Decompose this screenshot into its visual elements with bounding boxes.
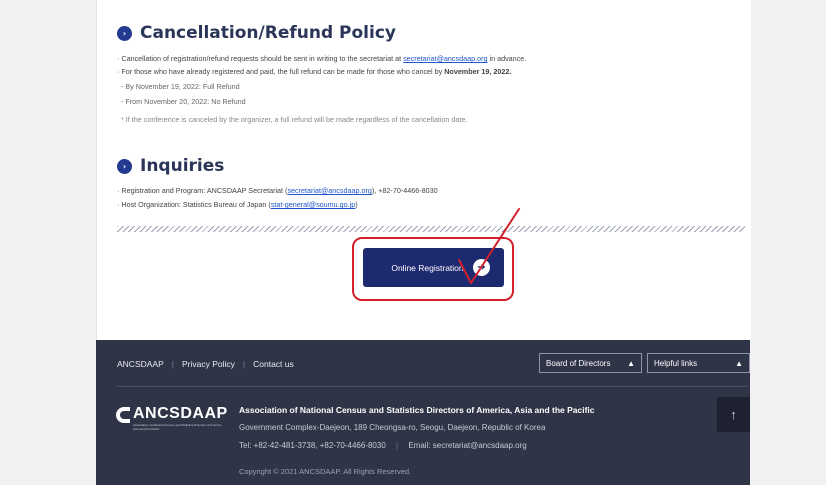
- footer-divider: [117, 386, 747, 387]
- section-bullet-icon: ›: [117, 25, 132, 41]
- cancellation-line-2: · For those who have already registered …: [117, 67, 512, 76]
- caret-up-icon: ▲: [735, 358, 743, 368]
- footer: ANCSDAAP | Privacy Policy | Contact us B…: [96, 340, 750, 485]
- host-email-link[interactable]: stat-general@soumu.go.jp: [271, 200, 355, 209]
- cancellation-note: * If the conference is canceled by the o…: [121, 115, 468, 124]
- section-divider: [117, 226, 745, 232]
- ancsdaap-logo: ANCSDAAP Association of National Census …: [116, 405, 227, 435]
- inquiries-line-1: · Registration and Program: ANCSDAAP Sec…: [117, 186, 438, 195]
- footer-link-contact-us[interactable]: Contact us: [253, 359, 294, 369]
- board-of-directors-label: Board of Directors: [546, 358, 611, 368]
- footer-org-name: Association of National Census and Stati…: [239, 405, 595, 415]
- refund-rule-1: - By November 19, 2022: Full Refund: [121, 82, 240, 91]
- page: › Cancellation/Refund Policy · Cancellat…: [0, 0, 826, 485]
- footer-email: Email: secretariat@ancsdaap.org: [408, 441, 527, 450]
- footer-link-privacy-policy[interactable]: Privacy Policy: [182, 359, 235, 369]
- refund-deadline: November 19, 2022.: [444, 67, 512, 76]
- footer-address: Government Complex-Daejeon, 189 Cheongsa…: [239, 423, 546, 432]
- footer-tel: Tel: +82-42-481-3738, +82-70-4466-8030: [239, 441, 386, 450]
- scroll-to-top-button[interactable]: ↑: [717, 397, 750, 432]
- cancellation-line-1: · Cancellation of registration/refund re…: [117, 54, 527, 63]
- cancellation-heading: › Cancellation/Refund Policy: [117, 23, 396, 43]
- arrow-up-icon: ↑: [730, 407, 737, 422]
- inquiries-title: Inquiries: [140, 156, 225, 176]
- footer-copyright: Copyright © 2021 ANCSDAAP. All Rights Re…: [239, 467, 412, 476]
- footer-nav: ANCSDAAP | Privacy Policy | Contact us: [117, 359, 294, 369]
- section-bullet-icon: ›: [117, 158, 132, 174]
- secretariat-email-link[interactable]: secretariat@ancsdaap.org: [287, 186, 371, 195]
- helpful-links-label: Helpful links: [654, 358, 698, 368]
- secretariat-email-link[interactable]: secretariat@ancsdaap.org: [403, 54, 487, 63]
- caret-up-icon: ▲: [627, 358, 635, 368]
- cancellation-title: Cancellation/Refund Policy: [140, 23, 396, 43]
- footer-contact: Tel: +82-42-481-3738, +82-70-4466-8030 |…: [239, 441, 527, 450]
- helpful-links-select[interactable]: Helpful links ▲: [647, 353, 750, 373]
- inquiries-heading: › Inquiries: [117, 156, 224, 176]
- footer-link-ancsdaap[interactable]: ANCSDAAP: [117, 359, 164, 369]
- board-of-directors-select[interactable]: Board of Directors ▲: [539, 353, 642, 373]
- inquiries-line-2: · Host Organization: Statistics Bureau o…: [117, 200, 358, 209]
- refund-rule-2: - From November 20, 2022: No Refund: [121, 97, 246, 106]
- annotation-checkmark-icon: [458, 208, 520, 284]
